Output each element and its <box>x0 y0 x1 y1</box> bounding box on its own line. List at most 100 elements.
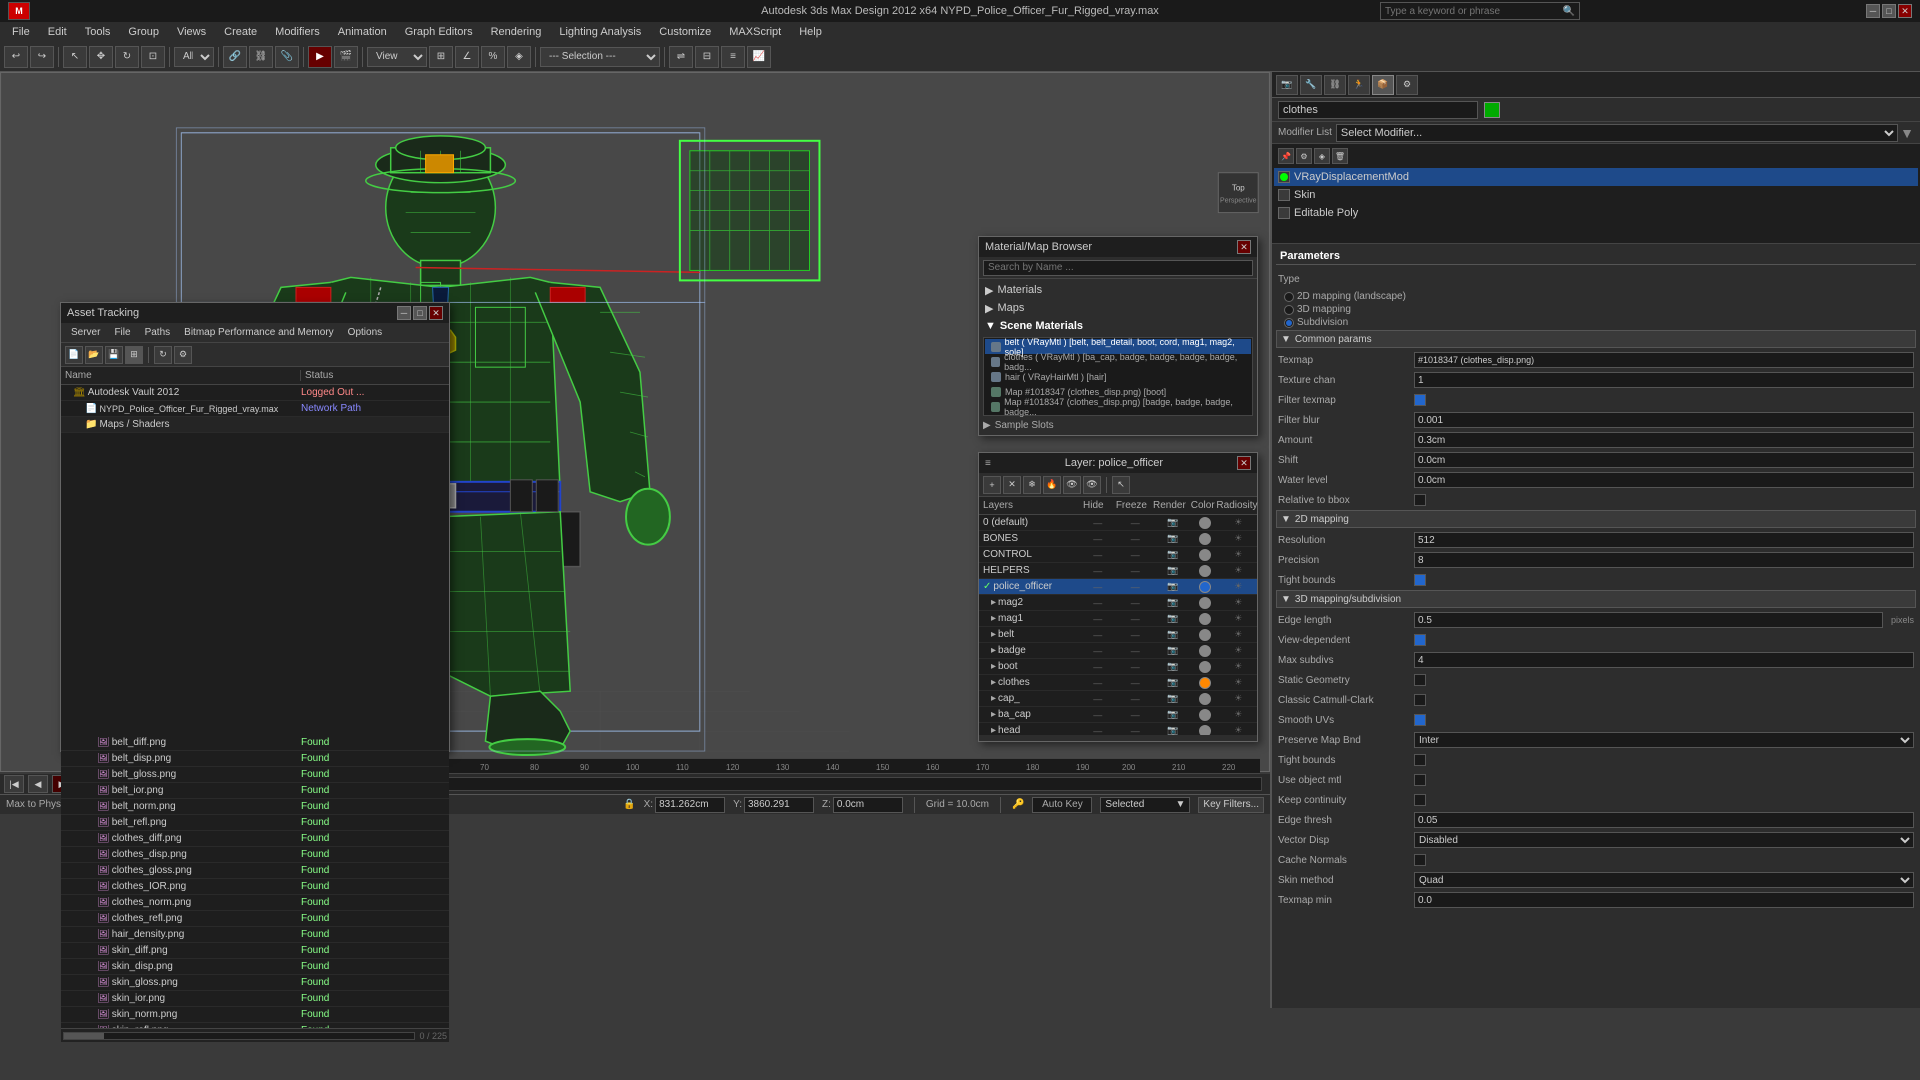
at-file-row[interactable]: 📄 NYPD_Police_Officer_Fur_Rigged_vray.ma… <box>61 401 449 417</box>
rp-motion-icon[interactable]: 🏃 <box>1348 75 1370 95</box>
angle-snap[interactable]: ∠ <box>455 46 479 68</box>
list-item[interactable]: 🖼 belt_norm.png Found <box>61 799 449 815</box>
menu-group[interactable]: Group <box>120 24 167 40</box>
list-item[interactable]: 🖼 clothes_diff.png Found <box>61 831 449 847</box>
selection-type-dropdown[interactable]: All <box>174 47 214 67</box>
auto-key-button[interactable]: Auto Key <box>1032 797 1092 813</box>
selected-dropdown[interactable]: Selected ▼ <box>1100 797 1190 813</box>
lm-unhide-all[interactable]: 👁 <box>1083 476 1101 494</box>
param-smooth-uv-checkbox[interactable] <box>1414 714 1426 726</box>
param-preserve-map-dropdown[interactable]: Inter <box>1414 732 1914 748</box>
mirror-button[interactable]: ⇌ <box>669 46 693 68</box>
lm-add-layer[interactable]: + <box>983 476 1001 494</box>
link-button[interactable]: 🔗 <box>223 46 247 68</box>
list-item[interactable]: ▸ ba_cap — — 📷 ☀ <box>979 707 1257 723</box>
mat-section-materials[interactable]: ▶ Materials <box>983 281 1253 299</box>
lm-unfreeze-all[interactable]: 🔥 <box>1043 476 1061 494</box>
asset-tracking-title-bar[interactable]: Asset Tracking ─ □ ✕ <box>61 303 449 323</box>
mod-skin[interactable]: Skin <box>1274 186 1918 204</box>
at-toggle-view[interactable]: ⊞ <box>125 346 143 364</box>
param-filter-texmap-checkbox[interactable] <box>1414 394 1426 406</box>
menu-tools[interactable]: Tools <box>77 24 119 40</box>
prev-frame[interactable]: ◀ <box>28 775 48 793</box>
list-item[interactable]: 🖼 belt_disp.png Found <box>61 751 449 767</box>
at-menu-bitmap[interactable]: Bitmap Performance and Memory <box>178 325 340 340</box>
app-icon[interactable]: M <box>8 2 30 20</box>
param-edge-length-input[interactable] <box>1414 612 1883 628</box>
common-params-toggle[interactable]: ▼ Common params <box>1276 330 1916 348</box>
param-water-level-input[interactable] <box>1414 472 1914 488</box>
menu-graph-editors[interactable]: Graph Editors <box>397 24 481 40</box>
asset-table-body[interactable]: 🏛 Autodesk Vault 2012 Logged Out ... 📄 N… <box>61 385 449 735</box>
asset-files-body[interactable]: 🖼 belt_diff.png Found 🖼 belt_disp.png Fo… <box>61 735 449 1030</box>
list-item[interactable]: 🖼 belt_refl.png Found <box>61 815 449 831</box>
layer-body[interactable]: 0 (default) — — 📷 ☀ BONES — — 📷 ☀ CONTRO… <box>979 515 1257 735</box>
undo-button[interactable]: ↩ <box>4 46 28 68</box>
redo-button[interactable]: ↪ <box>30 46 54 68</box>
at-options-btn[interactable]: ⚙ <box>174 346 192 364</box>
mat-section-sample-slots[interactable]: ▶ Sample Slots <box>979 416 1257 434</box>
param-cache-normals-checkbox[interactable] <box>1414 854 1426 866</box>
menu-customize[interactable]: Customize <box>651 24 719 40</box>
scale-button[interactable]: ⊡ <box>141 46 165 68</box>
rp-utility-icon[interactable]: ⚙ <box>1396 75 1418 95</box>
list-item[interactable]: 🖼 skin_diff.png Found <box>61 943 449 959</box>
param-resolution-input[interactable] <box>1414 532 1914 548</box>
menu-help[interactable]: Help <box>791 24 830 40</box>
param-skin-method-dropdown[interactable]: Quad <box>1414 872 1914 888</box>
param-amount-input[interactable] <box>1414 432 1914 448</box>
list-item[interactable]: ▸ head — — 📷 ☀ <box>979 723 1257 735</box>
param-relative-bbox-checkbox[interactable] <box>1414 494 1426 506</box>
mod-pin[interactable]: 📌 <box>1278 148 1294 164</box>
list-item[interactable]: ▸ boot — — 📷 ☀ <box>979 659 1257 675</box>
param-static-geo-checkbox[interactable] <box>1414 674 1426 686</box>
param-tight-bounds-checkbox[interactable] <box>1414 574 1426 586</box>
lm-select[interactable]: ↖ <box>1112 476 1130 494</box>
menu-modifiers[interactable]: Modifiers <box>267 24 328 40</box>
at-maps-folder[interactable]: 📁 Maps / Shaders <box>61 417 449 433</box>
mod-delete[interactable]: 🗑 <box>1332 148 1348 164</box>
param-keep-continuity-checkbox[interactable] <box>1414 794 1426 806</box>
track-view-btn[interactable]: 📈 <box>747 46 771 68</box>
list-item[interactable]: 🖼 skin_gloss.png Found <box>61 975 449 991</box>
list-item[interactable]: 🖼 belt_gloss.png Found <box>61 767 449 783</box>
at-menu-paths[interactable]: Paths <box>139 325 177 340</box>
rp-modifier-icon[interactable]: 📦 <box>1372 75 1394 95</box>
minimize-button[interactable]: ─ <box>1866 4 1880 18</box>
list-item[interactable]: ✓ police_officer — — 📷 ☀ <box>979 579 1257 595</box>
rp-hierarchy-icon[interactable]: ⛓ <box>1324 75 1346 95</box>
param-vector-disp-dropdown[interactable]: Disabled <box>1414 832 1914 848</box>
at-save[interactable]: 💾 <box>105 346 123 364</box>
lm-delete-layer[interactable]: ✕ <box>1003 476 1021 494</box>
mat-section-maps[interactable]: ▶ Maps <box>983 299 1253 317</box>
at-vault-row[interactable]: 🏛 Autodesk Vault 2012 Logged Out ... <box>61 385 449 401</box>
material-browser-title[interactable]: Material/Map Browser ✕ <box>979 237 1257 257</box>
asset-tracking-scrollbar[interactable]: 0 / 225 <box>61 1028 449 1042</box>
mod-editable-poly[interactable]: Editable Poly <box>1274 204 1918 222</box>
rp-display-icon[interactable]: 📷 <box>1276 75 1298 95</box>
param-precision-input[interactable] <box>1414 552 1914 568</box>
list-item[interactable]: 🖼 skin_disp.png Found <box>61 959 449 975</box>
object-color-swatch[interactable] <box>1484 102 1500 118</box>
list-item[interactable]: 🖼 clothes_disp.png Found <box>61 847 449 863</box>
mat-browser-close[interactable]: ✕ <box>1237 240 1251 254</box>
bind-button[interactable]: 📎 <box>275 46 299 68</box>
snap-toggle[interactable]: ⊞ <box>429 46 453 68</box>
mod-make-unique[interactable]: ◈ <box>1314 148 1330 164</box>
radio-subdivision[interactable]: Subdivision <box>1284 317 1348 328</box>
list-item[interactable]: 🖼 skin_norm.png Found <box>61 1007 449 1023</box>
list-item[interactable]: 🖼 clothes_gloss.png Found <box>61 863 449 879</box>
at-scroll-thumb[interactable] <box>64 1033 104 1039</box>
modifier-list-dropdown[interactable]: Select Modifier... <box>1336 124 1898 142</box>
3d-mapping-toggle[interactable]: ▼ 3D mapping/subdivision <box>1276 590 1916 608</box>
list-item[interactable]: HELPERS — — 📷 ☀ <box>979 563 1257 579</box>
spinner-snap[interactable]: ◈ <box>507 46 531 68</box>
at-scroll-track[interactable] <box>63 1032 415 1040</box>
param-max-subdivs-input[interactable] <box>1414 652 1914 668</box>
percent-snap[interactable]: % <box>481 46 505 68</box>
select-button[interactable]: ↖ <box>63 46 87 68</box>
list-item[interactable]: 🖼 hair_density.png Found <box>61 927 449 943</box>
asset-tracking-minimize[interactable]: ─ <box>397 306 411 320</box>
menu-views[interactable]: Views <box>169 24 214 40</box>
move-button[interactable]: ✥ <box>89 46 113 68</box>
